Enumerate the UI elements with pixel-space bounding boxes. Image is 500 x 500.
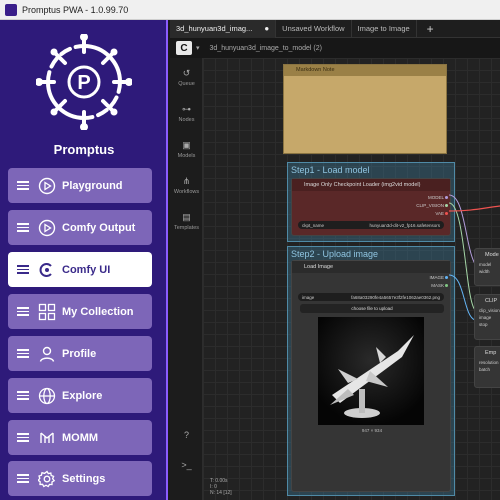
nodes-icon: ⊶ bbox=[182, 104, 191, 114]
add-tab-icon[interactable]: + bbox=[427, 22, 434, 36]
tool-label: Models bbox=[177, 153, 196, 159]
title-bar: Promptus PWA - 1.0.99.70 bbox=[0, 0, 500, 20]
hamburger-icon bbox=[17, 265, 29, 274]
node-title: CLIP bbox=[485, 298, 498, 304]
hamburger-icon bbox=[17, 223, 29, 232]
nav-comfy-output-button[interactable]: Comfy Output bbox=[8, 210, 152, 245]
wires bbox=[448, 194, 500, 321]
tab-label: Unsaved Workflow bbox=[282, 24, 345, 33]
help-icon: ? bbox=[183, 430, 189, 440]
workflow-name: 3d_hunyuan3d_image_to_model (2) bbox=[209, 44, 322, 52]
model-sampling-node[interactable]: Mode model width bbox=[474, 248, 500, 286]
nav-label: MOMM bbox=[62, 431, 99, 444]
node-port: model bbox=[479, 262, 492, 267]
tab-label: Image to Image bbox=[357, 24, 410, 33]
globe-icon bbox=[38, 387, 56, 405]
nav-label: Playground bbox=[62, 179, 123, 192]
momm-icon bbox=[38, 429, 56, 447]
tab-image-to-image[interactable]: Image to Image bbox=[352, 19, 417, 38]
nav-settings-button[interactable]: Settings bbox=[8, 461, 152, 496]
cube-icon: ▣ bbox=[182, 140, 191, 150]
promptus-logo-icon: P bbox=[36, 34, 132, 130]
window-title: Promptus PWA - 1.0.99.70 bbox=[22, 4, 129, 15]
hamburger-icon bbox=[17, 307, 29, 316]
empty-latent-node[interactable]: Emp resolution batch bbox=[474, 346, 500, 388]
user-icon bbox=[38, 345, 56, 363]
nav-label: Settings bbox=[62, 472, 106, 485]
node-title: Mode bbox=[485, 252, 499, 258]
app-icon bbox=[5, 3, 17, 16]
node-port: image bbox=[479, 315, 492, 320]
tab-label: 3d_hunyuan3d_imag... bbox=[176, 24, 253, 33]
tool-rail: ↺ Queue ⊶ Nodes ▣ Models ⋔ Workflows ▤ Templa… bbox=[170, 58, 203, 500]
comfy-logo-icon bbox=[38, 261, 56, 279]
tool-label: Queue bbox=[178, 81, 195, 87]
queue-stats: T: 0.00s I: 0 N: 14 [12] bbox=[210, 478, 232, 496]
gear-icon bbox=[38, 470, 56, 488]
tool-label: Templates bbox=[173, 225, 200, 231]
svg-text:P: P bbox=[77, 72, 90, 94]
hamburger-icon bbox=[17, 181, 29, 190]
chevron-down-icon[interactable]: ▾ bbox=[196, 44, 200, 52]
hamburger-icon bbox=[17, 433, 29, 442]
clip-vision-encode-node[interactable]: CLIP clip_vision image stop bbox=[474, 294, 500, 340]
template-icon: ▤ bbox=[182, 212, 191, 222]
hamburger-icon bbox=[17, 349, 29, 358]
workflow-icon: ⋔ bbox=[182, 176, 191, 186]
nav-comfy-ui-button[interactable]: Comfy UI bbox=[8, 252, 152, 287]
nav-momm-button[interactable]: MOMM bbox=[8, 420, 152, 455]
play-circle-icon bbox=[38, 177, 56, 195]
tool-models[interactable]: ▣ Models bbox=[170, 140, 203, 159]
nav-label: Profile bbox=[62, 347, 97, 360]
nav-label: Comfy UI bbox=[62, 263, 111, 276]
hamburger-icon bbox=[17, 474, 29, 483]
play-circle-icon bbox=[38, 219, 56, 237]
nav-profile-button[interactable]: Profile bbox=[8, 336, 152, 371]
tool-label: Nodes bbox=[178, 117, 195, 123]
terminal-icon: >_ bbox=[181, 460, 192, 470]
node-title: Emp bbox=[485, 350, 497, 356]
graph-canvas[interactable]: Markdown Note Step1 - Load model Image O… bbox=[203, 58, 500, 500]
node-port: stop bbox=[479, 322, 488, 327]
node-port: resolution bbox=[479, 360, 499, 365]
tool-label: Workflows bbox=[173, 189, 200, 195]
nav-explore-button[interactable]: Explore bbox=[8, 378, 152, 413]
workflow-subbar: C ▾ 3d_hunyuan3d_image_to_model (2) bbox=[170, 38, 500, 58]
node-port: clip_vision bbox=[479, 308, 500, 313]
nav-label: My Collection bbox=[62, 305, 134, 318]
history-icon: ↺ bbox=[182, 68, 191, 78]
tab-hunyuan3d[interactable]: 3d_hunyuan3d_imag... ● bbox=[170, 19, 277, 38]
comfy-menu-icon[interactable]: C bbox=[176, 41, 192, 55]
terminal-button[interactable]: >_ bbox=[170, 460, 203, 472]
unsaved-dot-icon: ● bbox=[264, 24, 270, 33]
tab-unsaved-workflow[interactable]: Unsaved Workflow bbox=[276, 19, 352, 38]
tool-queue[interactable]: ↺ Queue bbox=[170, 68, 203, 87]
nav-my-collection-button[interactable]: My Collection bbox=[8, 294, 152, 329]
node-port: batch bbox=[479, 367, 491, 372]
hamburger-icon bbox=[17, 391, 29, 400]
workflow-tabs: 3d_hunyuan3d_imag... ● Unsaved Workflow … bbox=[170, 19, 500, 38]
stat-nodes: N: 14 [12] bbox=[210, 490, 232, 496]
nav-label: Explore bbox=[62, 389, 103, 402]
node-port: width bbox=[479, 269, 490, 274]
brand-name: Promptus bbox=[53, 142, 115, 157]
grid-icon bbox=[38, 303, 56, 321]
tool-templates[interactable]: ▤ Templates bbox=[170, 212, 203, 231]
nav-playground-button[interactable]: Playground bbox=[8, 168, 152, 203]
nav-label: Comfy Output bbox=[62, 221, 136, 234]
help-button[interactable]: ? bbox=[170, 430, 203, 442]
tool-nodes[interactable]: ⊶ Nodes bbox=[170, 104, 203, 123]
tool-workflows[interactable]: ⋔ Workflows bbox=[170, 176, 203, 195]
